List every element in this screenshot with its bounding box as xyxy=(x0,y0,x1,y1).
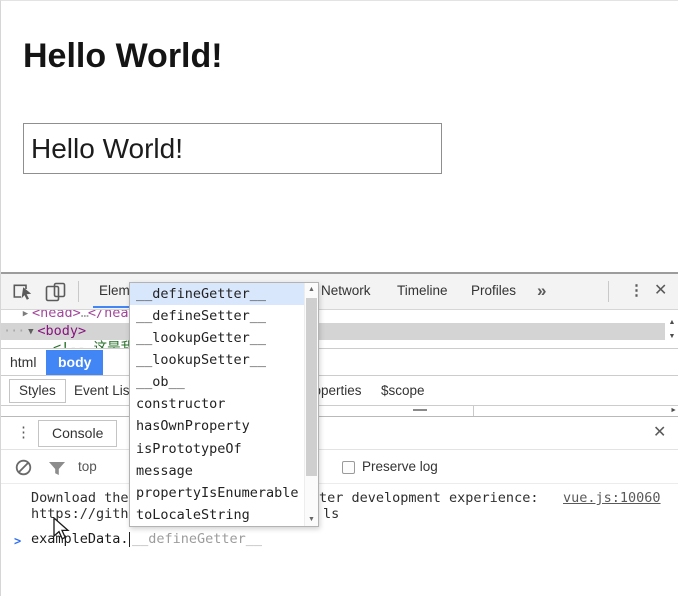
toolbar-divider xyxy=(78,281,79,302)
console-message: ls xyxy=(323,506,339,522)
dom-tree-scrollbar[interactable]: ▲ ▼ xyxy=(665,310,678,348)
console-prompt-icon: > xyxy=(14,532,21,550)
autocomplete-item[interactable]: hasOwnProperty xyxy=(130,415,304,437)
autocomplete-item[interactable]: __defineGetter__ xyxy=(130,283,304,305)
text-caret xyxy=(129,532,130,547)
console-output: Download the ter development experience:… xyxy=(1,484,678,596)
console-message: Download the xyxy=(31,490,129,506)
dom-tree: ▶<head>…</head> ···▼<body> <!-- 这是我 xyxy=(1,310,665,348)
console-toolbar: top Preserve log xyxy=(1,449,678,484)
autocomplete-scrollbar[interactable]: ▲ ▼ xyxy=(304,283,318,526)
autocomplete-item[interactable]: __ob__ xyxy=(130,371,304,393)
page-text-input[interactable] xyxy=(23,123,442,174)
frame-selector[interactable]: top xyxy=(78,450,97,484)
breadcrumb-body-selected[interactable]: body xyxy=(46,350,103,375)
scrollbar-thumb[interactable] xyxy=(413,409,427,411)
autocomplete-ghost-text: __defineGetter__ xyxy=(132,530,262,548)
drawer-close-icon[interactable]: ✕ xyxy=(653,417,666,448)
tab-network[interactable]: Network xyxy=(321,274,371,308)
expand-arrow-icon[interactable]: ▶ xyxy=(19,310,32,324)
scroll-down-icon[interactable]: ▼ xyxy=(665,333,678,341)
breadcrumb-html[interactable]: html xyxy=(10,349,36,375)
page-heading: Hello World! xyxy=(23,37,223,76)
autocomplete-item[interactable]: __defineSetter__ xyxy=(130,305,304,327)
inspect-element-icon[interactable] xyxy=(13,283,34,302)
scroll-up-icon[interactable]: ▲ xyxy=(665,319,678,327)
console-source-link[interactable]: vue.js:10060 xyxy=(563,490,661,506)
preserve-log-label[interactable]: Preserve log xyxy=(362,450,438,484)
mouse-cursor-icon xyxy=(53,517,70,541)
filter-icon[interactable] xyxy=(48,461,66,476)
devtools-close-icon[interactable]: ✕ xyxy=(654,274,667,308)
node-dots: ··· xyxy=(3,323,24,339)
devtools-toolbar: Elements Network Timeline Profiles » ⋮ ✕ xyxy=(1,274,678,310)
autocomplete-item[interactable]: message xyxy=(130,460,304,482)
toolbar-divider xyxy=(608,281,609,302)
dom-node-body-selected[interactable]: ···▼<body> xyxy=(1,323,665,341)
dom-breadcrumb: html body xyxy=(1,348,678,375)
drawer-menu-icon[interactable]: ⋮ xyxy=(16,417,31,448)
scroll-up-icon[interactable]: ▲ xyxy=(305,286,318,293)
tab-timeline[interactable]: Timeline xyxy=(397,274,448,308)
tab-styles[interactable]: Styles xyxy=(9,379,66,403)
console-drawer-header: ⋮ Console ✕ xyxy=(1,416,678,449)
scrollbar-thumb[interactable] xyxy=(306,298,317,476)
autocomplete-dropdown: __defineGetter____defineSetter____lookup… xyxy=(129,282,319,527)
autocomplete-list: __defineGetter____defineSetter____lookup… xyxy=(130,283,304,526)
scroll-right-icon[interactable]: ► xyxy=(670,407,677,414)
autocomplete-item[interactable]: propertyIsEnumerable xyxy=(130,482,304,504)
devtools-panel: Elements Network Timeline Profiles » ⋮ ✕… xyxy=(1,272,678,596)
dom-node-head[interactable]: ▶<head>…</head> xyxy=(1,310,665,323)
tab-console[interactable]: Console xyxy=(38,420,117,447)
styles-pane-clipped: ► xyxy=(1,405,678,416)
autocomplete-item[interactable]: isPrototypeOf xyxy=(130,438,304,460)
collapse-arrow-icon[interactable]: ▼ xyxy=(24,324,37,342)
autocomplete-item[interactable]: toLocaleString xyxy=(130,504,304,526)
tab-profiles[interactable]: Profiles xyxy=(471,274,516,308)
scroll-down-icon[interactable]: ▼ xyxy=(305,516,318,523)
more-tabs-icon[interactable]: » xyxy=(537,274,546,308)
clear-console-icon[interactable] xyxy=(15,459,32,476)
devtools-menu-icon[interactable]: ⋮ xyxy=(629,274,644,308)
autocomplete-item[interactable]: __lookupGetter__ xyxy=(130,327,304,349)
sidebar-tabs: Styles Event Listeners Properties $scope xyxy=(1,375,678,405)
device-toolbar-icon[interactable] xyxy=(45,282,67,302)
tab-scope[interactable]: $scope xyxy=(381,376,425,405)
browser-window: Hello World! Elements Network Timeline P… xyxy=(0,0,678,596)
autocomplete-item[interactable]: __lookupSetter__ xyxy=(130,349,304,371)
console-message: ter development experience: xyxy=(319,490,538,506)
preserve-log-checkbox[interactable] xyxy=(342,461,355,474)
autocomplete-item[interactable]: constructor xyxy=(130,393,304,415)
console-prompt-input[interactable]: exampleData. xyxy=(31,530,129,548)
console-message: https://gith xyxy=(31,506,129,522)
dom-node-comment[interactable]: <!-- 这是我 xyxy=(1,340,665,348)
